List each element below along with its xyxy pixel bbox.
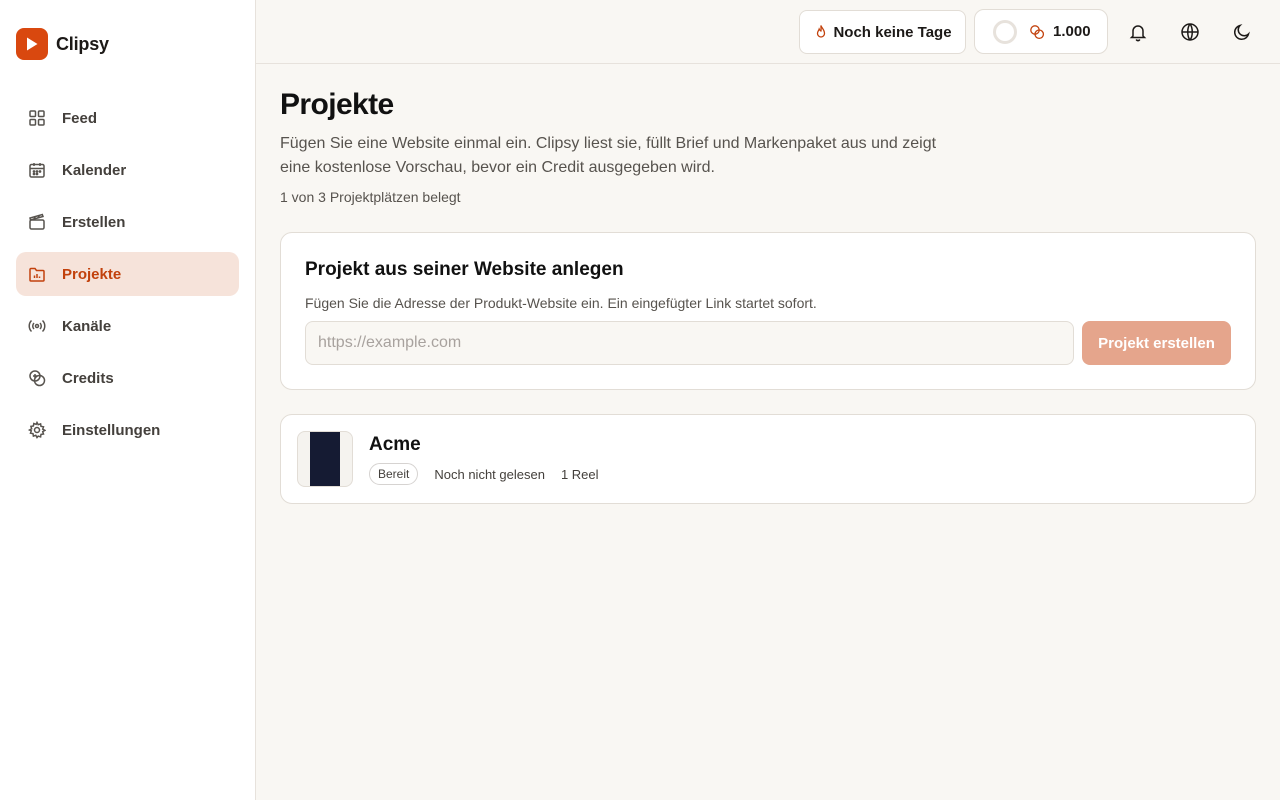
brand[interactable]: Clipsy <box>16 28 109 60</box>
project-name: Acme <box>369 434 421 455</box>
status-badge: Bereit <box>369 463 419 485</box>
credits-balance-button[interactable]: 1.000 <box>974 9 1108 54</box>
streak-label: Noch keine Tage <box>833 23 952 41</box>
sidebar-item-label: Credits <box>62 369 114 387</box>
project-slots-info: 1 von 3 Projektplätzen belegt <box>280 189 461 205</box>
create-project-title: Projekt aus seiner Website anlegen <box>305 259 624 280</box>
sidebar-item-label: Projekte <box>62 265 122 283</box>
sidebar-item-label: Kalender <box>62 161 127 179</box>
sidebar-item-label: Einstellungen <box>62 421 161 439</box>
gear-icon <box>26 419 48 441</box>
sidebar-nav: Feed Kalender Erstellen Projekte Kanäle <box>16 96 239 460</box>
sidebar-item-credits[interactable]: Credits <box>16 356 239 400</box>
project-thumbnail <box>297 431 353 487</box>
sidebar-item-projekte[interactable]: Projekte <box>16 252 239 296</box>
sidebar-item-erstellen[interactable]: Erstellen <box>16 200 239 244</box>
calendar-icon <box>26 159 48 181</box>
create-project-button[interactable]: Projekt erstellen <box>1082 321 1231 365</box>
sidebar-item-kanaele[interactable]: Kanäle <box>16 304 239 348</box>
project-meta: Bereit Noch nicht gelesen 1 Reel <box>369 463 599 485</box>
clapperboard-icon <box>26 211 48 233</box>
website-url-input[interactable] <box>305 321 1074 365</box>
sidebar-item-einstellungen[interactable]: Einstellungen <box>16 408 239 452</box>
bell-icon[interactable] <box>1122 16 1154 48</box>
read-state: Noch nicht gelesen <box>434 466 545 482</box>
page-description: Fügen Sie eine Website einmal ein. Clips… <box>280 135 937 176</box>
sidebar-item-kalender[interactable]: Kalender <box>16 148 239 192</box>
coins-icon <box>26 367 48 389</box>
topbar: Noch keine Tage 1.000 <box>256 0 1280 64</box>
sidebar: Clipsy Feed Kalender Erstellen Projekte <box>0 0 256 800</box>
page-title: Projekte <box>280 88 394 121</box>
project-card[interactable]: Acme Bereit Noch nicht gelesen 1 Reel <box>280 414 1256 504</box>
grid-icon <box>26 107 48 129</box>
coins-icon <box>1029 24 1045 40</box>
play-icon <box>16 28 48 60</box>
create-project-card: Projekt aus seiner Website anlegen Fügen… <box>280 232 1256 390</box>
flame-icon <box>813 24 829 40</box>
sidebar-item-label: Feed <box>62 109 98 127</box>
broadcast-icon <box>26 315 48 337</box>
folder-chart-icon <box>26 263 48 285</box>
reel-preview <box>310 432 340 486</box>
sidebar-item-label: Erstellen <box>62 213 126 231</box>
sidebar-item-label: Kanäle <box>62 317 112 335</box>
moon-icon[interactable] <box>1226 16 1258 48</box>
create-project-subtitle: Fügen Sie die Adresse der Produkt-Websit… <box>305 295 817 311</box>
reel-count: 1 Reel <box>560 466 599 482</box>
sidebar-item-feed[interactable]: Feed <box>16 96 239 140</box>
streak-button[interactable]: Noch keine Tage <box>799 10 966 54</box>
brand-name: Clipsy <box>56 33 109 54</box>
globe-icon[interactable] <box>1174 16 1206 48</box>
credits-progress-ring <box>993 19 1017 44</box>
credits-value: 1.000 <box>1053 23 1091 40</box>
